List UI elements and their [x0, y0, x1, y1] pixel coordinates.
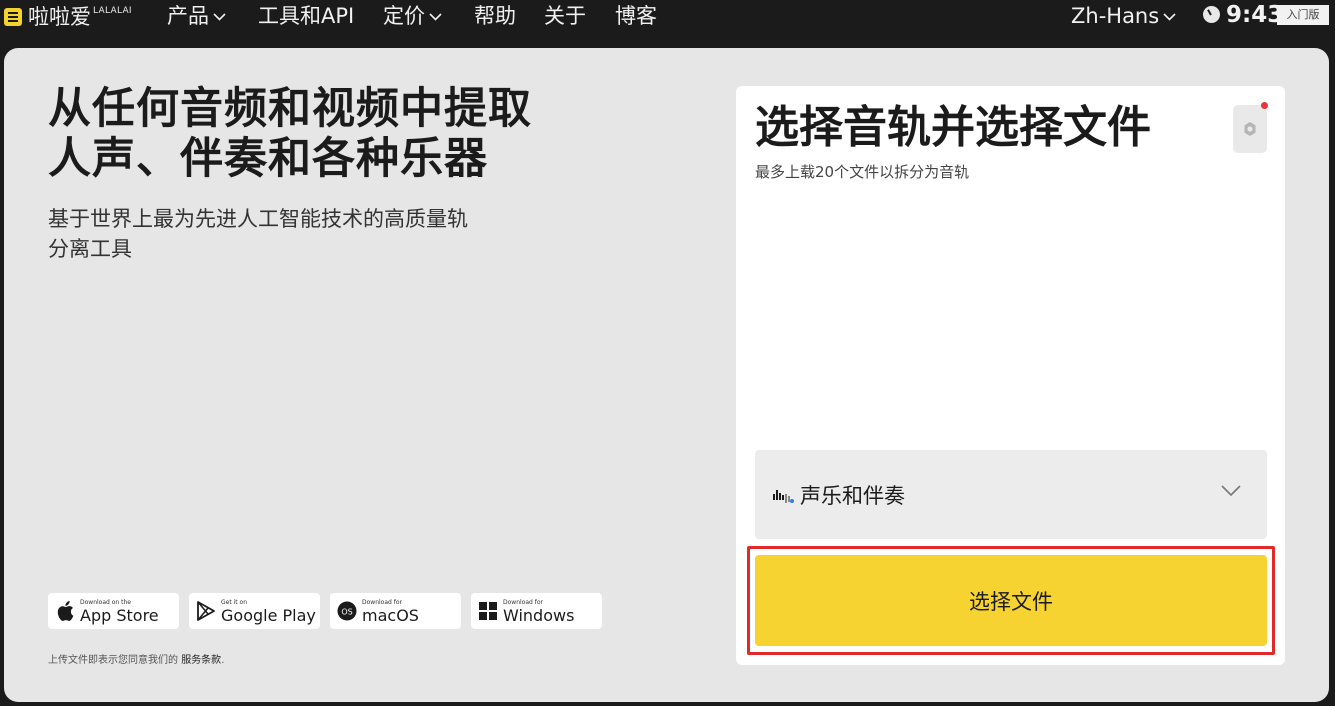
hero-subtitle-line2: 分离工具 [48, 237, 132, 261]
stem-type-select[interactable]: 声乐和伴奏 [755, 450, 1267, 539]
chevron-down-icon [213, 13, 226, 21]
brand-name: 啦啦爱 [28, 5, 91, 29]
store-big-text: macOS [362, 605, 419, 625]
terms-notice: 上传文件即表示您同意我们的 服务条款. [48, 651, 224, 666]
panel-subtitle: 最多上载20个文件以拆分为音轨 [755, 163, 970, 181]
nav-products[interactable]: 产品 [167, 3, 226, 29]
clock-icon [1203, 6, 1220, 23]
store-big-text: Windows [503, 605, 575, 625]
macos-icon: OS [336, 600, 358, 622]
brand-logo[interactable]: 啦啦爱 LALALAI [4, 5, 132, 29]
nav-blog[interactable]: 博客 [615, 3, 657, 29]
nav-pricing[interactable]: 定价 [383, 3, 442, 29]
chevron-down-icon [1221, 485, 1241, 497]
hero-title-line1: 从任何音频和视频中提取 [48, 84, 532, 134]
nav-tools-api-label: 工具和API [258, 4, 355, 28]
clock-time: 9:43 [1226, 2, 1284, 28]
hero-subtitle-line1: 基于世界上最为先进人工智能技术的高质量轨 [48, 207, 468, 231]
terms-suffix: . [221, 655, 225, 666]
store-big-text: Google Play [221, 605, 316, 625]
hero-title: 从任何音频和视频中提取 人声、伴奏和各种乐器 [48, 84, 608, 184]
panel-title: 选择音轨并选择文件 [755, 102, 1151, 153]
hero-subtitle: 基于世界上最为先进人工智能技术的高质量轨 分离工具 [48, 204, 508, 264]
logo-mark-icon [4, 8, 22, 26]
language-selector[interactable]: Zh-Hans [1071, 3, 1176, 29]
apple-icon [54, 600, 76, 622]
store-big-text: App Store [80, 605, 159, 625]
nav-help-label: 帮助 [474, 4, 516, 28]
store-badges: Download on the App Store Get it on Goog… [48, 593, 602, 629]
svg-text:OS: OS [341, 608, 352, 617]
gear-icon [1244, 122, 1256, 136]
main-content: 从任何音频和视频中提取 人声、伴奏和各种乐器 基于世界上最为先进人工智能技术的高… [4, 48, 1329, 702]
hero-title-line2: 人声、伴奏和各种乐器 [48, 134, 488, 184]
nav-products-label: 产品 [167, 4, 209, 28]
nav-help[interactable]: 帮助 [474, 3, 516, 29]
settings-button[interactable] [1233, 105, 1267, 153]
windows-icon [477, 600, 499, 622]
terms-prefix: 上传文件即表示您同意我们的 [48, 655, 182, 666]
nav-blog-label: 博客 [615, 4, 657, 28]
chevron-down-icon [1163, 13, 1176, 21]
nav-about[interactable]: 关于 [544, 3, 586, 29]
stem-type-label: 声乐和伴奏 [800, 483, 905, 508]
app-store-button[interactable]: Download on the App Store [48, 593, 179, 629]
select-file-button[interactable]: 选择文件 [755, 555, 1267, 646]
notification-dot [1261, 102, 1268, 109]
macos-button[interactable]: OS Download for macOS [330, 593, 461, 629]
nav-about-label: 关于 [544, 4, 586, 28]
brand-sup: LALALAI [93, 6, 132, 16]
google-play-button[interactable]: Get it on Google Play [189, 593, 320, 629]
top-navigation-bar: 啦啦爱 LALALAI 产品 工具和API 定价 帮助 关于 博客 Zh-Han… [0, 0, 1335, 34]
chevron-down-icon [429, 13, 442, 21]
google-play-icon [195, 600, 217, 622]
waveform-icon [773, 489, 794, 503]
nav-tools-api[interactable]: 工具和API [258, 3, 354, 29]
plan-badge[interactable]: 入门版 [1277, 5, 1329, 25]
nav-pricing-label: 定价 [383, 4, 425, 28]
upload-panel: 选择音轨并选择文件 最多上载20个文件以拆分为音轨 声乐和伴奏 选择文件 [736, 86, 1285, 665]
windows-button[interactable]: Download for Windows [471, 593, 602, 629]
language-label: Zh-Hans [1071, 4, 1160, 28]
terms-of-service-link[interactable]: 服务条款 [181, 655, 221, 666]
